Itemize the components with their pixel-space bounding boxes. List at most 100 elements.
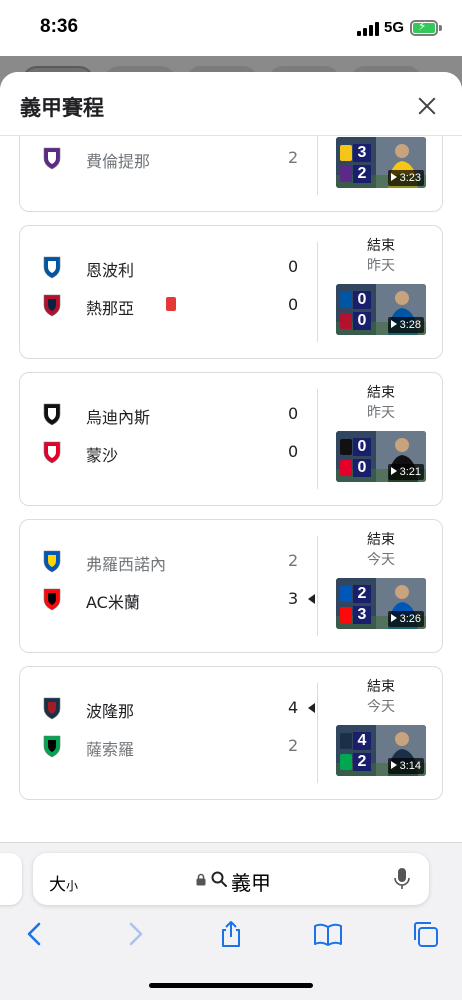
match-status-text: 結束 [367,679,395,695]
schedule-sheet: 義甲賽程 萊切3費倫提那2結束昨天323:23恩波利0熱那亞0結束昨天003:2… [0,72,462,842]
chevron-right-icon[interactable] [120,919,150,949]
team-crest-icon [43,441,61,464]
match-card[interactable]: 萊切3費倫提那2結束昨天323:23 [19,136,443,212]
highlight-video-thumbnail[interactable]: 0 0 3:21 [336,431,426,482]
red-card-icon [166,297,176,311]
home-team-row[interactable]: 弗羅西諾內 2 [40,546,310,576]
play-icon [390,320,397,328]
away-team-row[interactable]: AC米蘭 3 [40,584,315,614]
team-name: 蒙沙 [86,446,119,465]
team-score: 2 [288,148,299,167]
play-icon [390,761,397,769]
video-scorebox: 00 [340,291,372,331]
match-date: 今天 [367,552,395,568]
away-team-row[interactable]: 熱那亞 0 [40,290,310,320]
away-team-row[interactable]: 費倫提那 2 [40,143,310,173]
match-status: 結束 昨天 [318,383,444,423]
match-status: 結束 今天 [318,677,444,717]
away-team-row[interactable]: 薩索羅 2 [40,731,310,761]
team-score: 3 [288,589,299,608]
team-score: 0 [288,257,299,276]
match-status: 結束 昨天 [318,236,444,276]
team-name: AC米蘭 [86,593,140,612]
play-icon [390,614,397,622]
team-crest-icon [43,294,61,317]
match-card[interactable]: 波隆那 4 薩索羅 2 結束 今天 4 2 3:14 [19,666,443,800]
video-scorebox: 00 [340,438,372,478]
text-size-button[interactable]: 大小 [49,870,78,895]
play-icon [390,173,397,181]
team-score: 0 [288,442,299,461]
tabs-icon[interactable] [410,919,440,949]
battery-icon: ⚡ [410,19,438,36]
highlight-video-thumbnail[interactable]: 4 2 3:14 [336,725,426,776]
team-score: 0 [288,295,299,314]
address-query: 義甲 [231,871,271,895]
search-icon [211,871,227,887]
match-list[interactable]: 萊切3費倫提那2結束昨天323:23恩波利0熱那亞0結束昨天003:28烏迪內斯… [0,136,462,842]
team-score: 0 [288,404,299,423]
chevron-left-icon[interactable] [20,919,50,949]
team-name: 烏迪內斯 [86,408,151,427]
video-duration: 3:14 [387,758,424,774]
winner-indicator-icon [308,594,315,604]
team-score: 2 [288,551,299,570]
lock-icon [196,873,206,886]
match-status-text: 結束 [367,238,395,254]
video-duration: 3:28 [387,317,424,333]
sheet-title: 義甲賽程 [20,96,104,120]
match-date: 昨天 [367,258,395,274]
match-card[interactable]: 恩波利 0 熱那亞 0 結束 昨天 0 0 3:28 [19,225,443,359]
address-bar[interactable]: 大小 義甲 [33,853,429,905]
previous-tab-preview[interactable] [0,853,22,905]
home-indicator [149,983,313,988]
network-type: 5G [384,19,405,36]
match-status-text: 結束 [367,385,395,401]
team-score: 2 [288,736,299,755]
sheet-header: 義甲賽程 [0,72,462,136]
team-crest-icon [43,403,61,426]
video-scorebox: 32 [340,144,372,184]
team-crest-icon [43,735,61,758]
browser-toolbar: 大小 義甲 [0,842,462,1000]
match-status-text: 結束 [367,532,395,548]
match-card[interactable]: 弗羅西諾內 2 AC米蘭 3 結束 今天 2 3 3:26 [19,519,443,653]
team-crest-icon [43,550,61,573]
highlight-video-thumbnail[interactable]: 2 3 3:26 [336,578,426,629]
microphone-icon[interactable] [393,867,411,891]
status-bar: 8:36 5G ⚡ [0,0,462,56]
team-name: 薩索羅 [86,740,135,759]
cellular-signal-icon [357,22,379,36]
close-icon[interactable] [412,92,442,122]
divider [317,136,318,195]
match-date: 昨天 [367,405,395,421]
play-icon [390,467,397,475]
match-card[interactable]: 烏迪內斯 0 蒙沙 0 結束 昨天 0 0 3:21 [19,372,443,506]
team-name: 熱那亞 [86,299,135,318]
team-crest-icon [43,697,61,720]
team-name: 恩波利 [86,261,135,280]
highlight-video-thumbnail[interactable]: 0 0 3:28 [336,284,426,335]
home-team-row[interactable]: 恩波利 0 [40,252,310,282]
team-crest-icon [43,256,61,279]
video-duration: 3:23 [387,170,424,186]
team-name: 費倫提那 [86,152,151,171]
video-scorebox: 23 [340,585,372,625]
winner-indicator-icon [308,703,315,713]
match-status: 結束 今天 [318,530,444,570]
team-crest-icon [43,147,61,170]
team-crest-icon [43,588,61,611]
away-team-row[interactable]: 蒙沙 0 [40,437,310,467]
home-team-row[interactable]: 烏迪內斯 0 [40,399,310,429]
status-time: 8:36 [40,16,79,37]
video-duration: 3:21 [387,464,424,480]
book-icon[interactable] [313,919,343,949]
home-team-row[interactable]: 波隆那 4 [40,693,315,723]
match-date: 今天 [367,699,395,715]
team-name: 波隆那 [86,702,135,721]
video-duration: 3:26 [387,611,424,627]
team-score: 4 [288,698,299,717]
highlight-video-thumbnail[interactable]: 3 2 3:23 [336,137,426,188]
share-icon[interactable] [216,919,246,949]
team-name: 弗羅西諾內 [86,555,167,574]
